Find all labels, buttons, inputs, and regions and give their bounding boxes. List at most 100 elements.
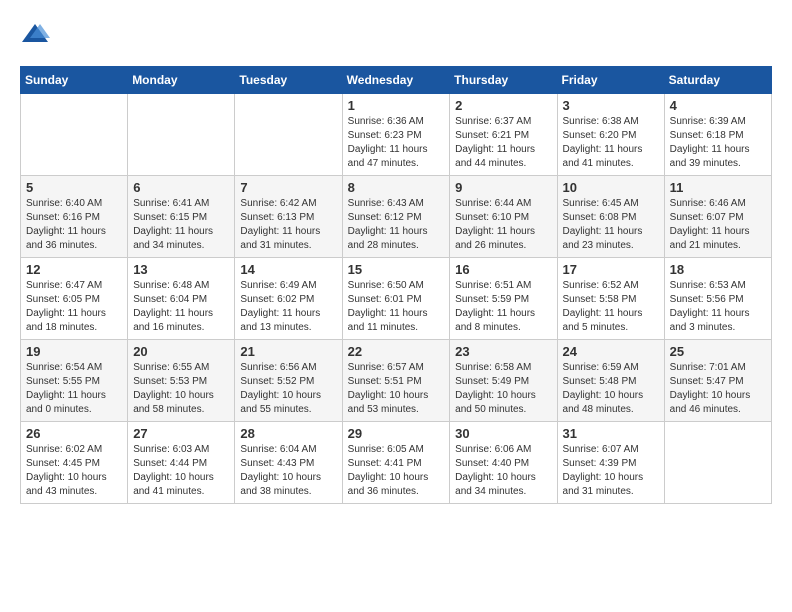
calendar-cell: 15 Sunrise: 6:50 AM Sunset: 6:01 PM Dayli… bbox=[342, 258, 450, 340]
calendar-week: 19Sunrise: 6:54 AM Sunset: 5:55 PM Dayli… bbox=[21, 340, 772, 422]
calendar-cell: 26Sunrise: 6:02 AM Sunset: 4:45 PM Dayli… bbox=[21, 422, 128, 504]
day-header: Wednesday bbox=[342, 67, 450, 94]
day-info: Sunrise: 6:58 AM Sunset: 5:49 PM Dayligh… bbox=[455, 361, 551, 417]
day-info: Sunrise: 6:53 AM Sunset: 5:56 PM Dayligh… bbox=[670, 279, 766, 335]
day-number: 23 bbox=[455, 344, 551, 359]
calendar-cell: 8Sunrise: 6:43 AM Sunset: 6:12 PM Daylig… bbox=[342, 176, 450, 258]
day-number: 27 bbox=[133, 426, 229, 441]
day-number: 7 bbox=[240, 180, 336, 195]
logo-icon bbox=[20, 20, 50, 50]
day-info: Sunrise: 6:38 AM Sunset: 6:20 PM Dayligh… bbox=[563, 115, 659, 171]
day-number: 25 bbox=[670, 344, 766, 359]
day-info: Sunrise: 6:49 AM Sunset: 6:02 PM Dayligh… bbox=[240, 279, 336, 335]
day-info: Sunrise: 6:03 AM Sunset: 4:44 PM Dayligh… bbox=[133, 443, 229, 499]
calendar-cell: 17 Sunrise: 6:52 AM Sunset: 5:58 PM Dayli… bbox=[557, 258, 664, 340]
day-info: Sunrise: 6:48 AM Sunset: 6:04 PM Dayligh… bbox=[133, 279, 229, 335]
day-number: 21 bbox=[240, 344, 336, 359]
calendar-cell: 12Sunrise: 6:47 AM Sunset: 6:05 PM Dayli… bbox=[21, 258, 128, 340]
calendar-cell: 4 Sunrise: 6:39 AM Sunset: 6:18 PM Daylig… bbox=[664, 94, 771, 176]
day-info: Sunrise: 6:55 AM Sunset: 5:53 PM Dayligh… bbox=[133, 361, 229, 417]
calendar-cell: 2 Sunrise: 6:37 AM Sunset: 6:21 PM Daylig… bbox=[450, 94, 557, 176]
day-info: Sunrise: 6:39 AM Sunset: 6:18 PM Dayligh… bbox=[670, 115, 766, 171]
calendar-cell: 10 Sunrise: 6:45 AM Sunset: 6:08 PM Dayli… bbox=[557, 176, 664, 258]
day-info: Sunrise: 6:46 AM Sunset: 6:07 PM Dayligh… bbox=[670, 197, 766, 253]
day-number: 6 bbox=[133, 180, 229, 195]
day-info: Sunrise: 6:06 AM Sunset: 4:40 PM Dayligh… bbox=[455, 443, 551, 499]
calendar-cell: 3 Sunrise: 6:38 AM Sunset: 6:20 PM Daylig… bbox=[557, 94, 664, 176]
day-info: Sunrise: 6:37 AM Sunset: 6:21 PM Dayligh… bbox=[455, 115, 551, 171]
day-info: Sunrise: 6:51 AM Sunset: 5:59 PM Dayligh… bbox=[455, 279, 551, 335]
day-info: Sunrise: 6:05 AM Sunset: 4:41 PM Dayligh… bbox=[348, 443, 445, 499]
day-info: Sunrise: 6:07 AM Sunset: 4:39 PM Dayligh… bbox=[563, 443, 659, 499]
calendar-cell: 25Sunrise: 7:01 AM Sunset: 5:47 PM Dayli… bbox=[664, 340, 771, 422]
calendar-cell: 18 Sunrise: 6:53 AM Sunset: 5:56 PM Dayli… bbox=[664, 258, 771, 340]
day-info: Sunrise: 6:36 AM Sunset: 6:23 PM Dayligh… bbox=[348, 115, 445, 171]
day-info: Sunrise: 6:52 AM Sunset: 5:58 PM Dayligh… bbox=[563, 279, 659, 335]
day-number: 4 bbox=[670, 98, 766, 113]
calendar-cell: 11 Sunrise: 6:46 AM Sunset: 6:07 PM Dayli… bbox=[664, 176, 771, 258]
calendar-cell: 13 Sunrise: 6:48 AM Sunset: 6:04 PM Dayli… bbox=[128, 258, 235, 340]
page-header bbox=[20, 20, 772, 50]
calendar-cell: 22Sunrise: 6:57 AM Sunset: 5:51 PM Dayli… bbox=[342, 340, 450, 422]
day-number: 9 bbox=[455, 180, 551, 195]
day-number: 28 bbox=[240, 426, 336, 441]
calendar-cell bbox=[235, 94, 342, 176]
day-info: Sunrise: 6:04 AM Sunset: 4:43 PM Dayligh… bbox=[240, 443, 336, 499]
calendar-header: SundayMondayTuesdayWednesdayThursdayFrid… bbox=[21, 67, 772, 94]
calendar-cell: 6 Sunrise: 6:41 AM Sunset: 6:15 PM Daylig… bbox=[128, 176, 235, 258]
day-number: 20 bbox=[133, 344, 229, 359]
day-info: Sunrise: 6:50 AM Sunset: 6:01 PM Dayligh… bbox=[348, 279, 445, 335]
day-number: 18 bbox=[670, 262, 766, 277]
day-header: Saturday bbox=[664, 67, 771, 94]
calendar-cell: 30 Sunrise: 6:06 AM Sunset: 4:40 PM Dayli… bbox=[450, 422, 557, 504]
day-number: 14 bbox=[240, 262, 336, 277]
day-number: 3 bbox=[563, 98, 659, 113]
day-number: 5 bbox=[26, 180, 122, 195]
day-info: Sunrise: 6:41 AM Sunset: 6:15 PM Dayligh… bbox=[133, 197, 229, 253]
day-header: Monday bbox=[128, 67, 235, 94]
calendar-cell: 16 Sunrise: 6:51 AM Sunset: 5:59 PM Dayli… bbox=[450, 258, 557, 340]
calendar-cell: 31 Sunrise: 6:07 AM Sunset: 4:39 PM Dayli… bbox=[557, 422, 664, 504]
calendar-week: 1 Sunrise: 6:36 AM Sunset: 6:23 PM Daylig… bbox=[21, 94, 772, 176]
day-number: 31 bbox=[563, 426, 659, 441]
day-number: 26 bbox=[26, 426, 122, 441]
day-info: Sunrise: 6:56 AM Sunset: 5:52 PM Dayligh… bbox=[240, 361, 336, 417]
day-header: Thursday bbox=[450, 67, 557, 94]
day-info: Sunrise: 6:45 AM Sunset: 6:08 PM Dayligh… bbox=[563, 197, 659, 253]
day-info: Sunrise: 6:43 AM Sunset: 6:12 PM Dayligh… bbox=[348, 197, 445, 253]
calendar-week: 5Sunrise: 6:40 AM Sunset: 6:16 PM Daylig… bbox=[21, 176, 772, 258]
calendar-cell: 1 Sunrise: 6:36 AM Sunset: 6:23 PM Daylig… bbox=[342, 94, 450, 176]
day-header: Sunday bbox=[21, 67, 128, 94]
calendar-cell: 28 Sunrise: 6:04 AM Sunset: 4:43 PM Dayli… bbox=[235, 422, 342, 504]
day-number: 17 bbox=[563, 262, 659, 277]
day-header: Friday bbox=[557, 67, 664, 94]
day-number: 13 bbox=[133, 262, 229, 277]
calendar-cell: 14 Sunrise: 6:49 AM Sunset: 6:02 PM Dayli… bbox=[235, 258, 342, 340]
calendar-cell bbox=[128, 94, 235, 176]
day-number: 15 bbox=[348, 262, 445, 277]
calendar-body: 1 Sunrise: 6:36 AM Sunset: 6:23 PM Daylig… bbox=[21, 94, 772, 504]
calendar-cell: 20 Sunrise: 6:55 AM Sunset: 5:53 PM Dayli… bbox=[128, 340, 235, 422]
calendar-cell: 24Sunrise: 6:59 AM Sunset: 5:48 PM Dayli… bbox=[557, 340, 664, 422]
day-info: Sunrise: 6:47 AM Sunset: 6:05 PM Dayligh… bbox=[26, 279, 122, 335]
calendar-week: 12Sunrise: 6:47 AM Sunset: 6:05 PM Dayli… bbox=[21, 258, 772, 340]
day-number: 1 bbox=[348, 98, 445, 113]
calendar-cell: 21 Sunrise: 6:56 AM Sunset: 5:52 PM Dayli… bbox=[235, 340, 342, 422]
day-info: Sunrise: 6:59 AM Sunset: 5:48 PM Dayligh… bbox=[563, 361, 659, 417]
day-number: 10 bbox=[563, 180, 659, 195]
day-number: 16 bbox=[455, 262, 551, 277]
day-info: Sunrise: 6:57 AM Sunset: 5:51 PM Dayligh… bbox=[348, 361, 445, 417]
day-number: 30 bbox=[455, 426, 551, 441]
day-number: 19 bbox=[26, 344, 122, 359]
calendar-week: 26Sunrise: 6:02 AM Sunset: 4:45 PM Dayli… bbox=[21, 422, 772, 504]
day-info: Sunrise: 6:42 AM Sunset: 6:13 PM Dayligh… bbox=[240, 197, 336, 253]
calendar-cell bbox=[664, 422, 771, 504]
logo bbox=[20, 20, 54, 50]
day-number: 2 bbox=[455, 98, 551, 113]
day-header: Tuesday bbox=[235, 67, 342, 94]
calendar-cell: 7 Sunrise: 6:42 AM Sunset: 6:13 PM Daylig… bbox=[235, 176, 342, 258]
day-number: 11 bbox=[670, 180, 766, 195]
day-number: 29 bbox=[348, 426, 445, 441]
calendar-cell: 9Sunrise: 6:44 AM Sunset: 6:10 PM Daylig… bbox=[450, 176, 557, 258]
calendar-cell: 23 Sunrise: 6:58 AM Sunset: 5:49 PM Dayli… bbox=[450, 340, 557, 422]
